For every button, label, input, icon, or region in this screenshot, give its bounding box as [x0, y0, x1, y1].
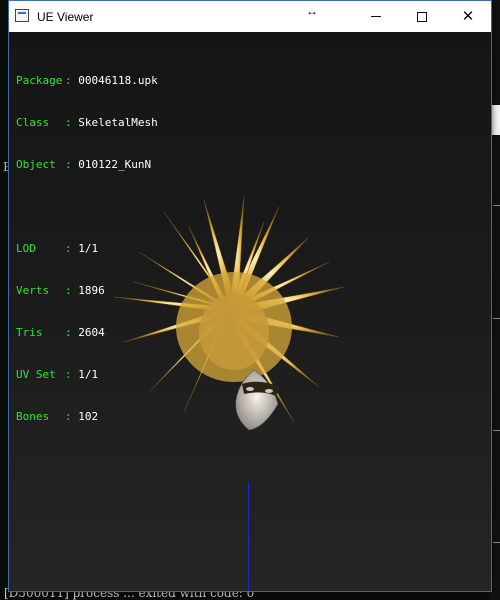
maximize-icon [417, 11, 427, 22]
bones-label: Bones [16, 410, 50, 423]
tris-value: 2604 [78, 326, 105, 339]
background-panel [492, 105, 500, 135]
minimize-button[interactable] [353, 1, 399, 32]
background-divider [493, 205, 500, 206]
minimize-icon [371, 16, 381, 17]
background-divider [493, 318, 500, 319]
resize-cursor-icon: ↔ [306, 4, 318, 18]
close-icon: ✕ [461, 7, 475, 25]
uvset-label: UV Set [16, 368, 56, 381]
class-label: Class [16, 116, 50, 129]
class-value: SkeletalMesh [78, 116, 158, 129]
uvset-value: 1/1 [78, 368, 99, 381]
verts-value: 1896 [78, 284, 105, 297]
window-title: UE Viewer [37, 10, 94, 24]
ue-viewer-window[interactable]: UE Viewer ↔ ✕ Package: 00046118.upk Clas… [8, 0, 492, 592]
z-axis-line [248, 482, 249, 591]
package-value: 00046118.upk [78, 74, 158, 87]
feathered-mask-mesh [113, 196, 345, 431]
maximize-button[interactable] [399, 1, 445, 32]
background-divider [493, 542, 500, 543]
bones-value: 102 [78, 410, 99, 423]
background-divider [493, 430, 500, 431]
app-icon [15, 9, 29, 22]
close-button[interactable]: ✕ [445, 1, 491, 32]
lod-label: LOD [16, 242, 36, 255]
title-bar[interactable]: UE Viewer ↔ ✕ [9, 1, 491, 32]
verts-label: Verts [16, 284, 50, 297]
package-label: Package [16, 74, 63, 87]
tris-label: Tris [16, 326, 43, 339]
object-label: Object [16, 158, 56, 171]
3d-viewport[interactable]: Package: 00046118.upk Class: SkeletalMes… [9, 32, 491, 591]
object-value: 010122_KunN [78, 158, 152, 171]
lod-value: 1/1 [78, 242, 99, 255]
